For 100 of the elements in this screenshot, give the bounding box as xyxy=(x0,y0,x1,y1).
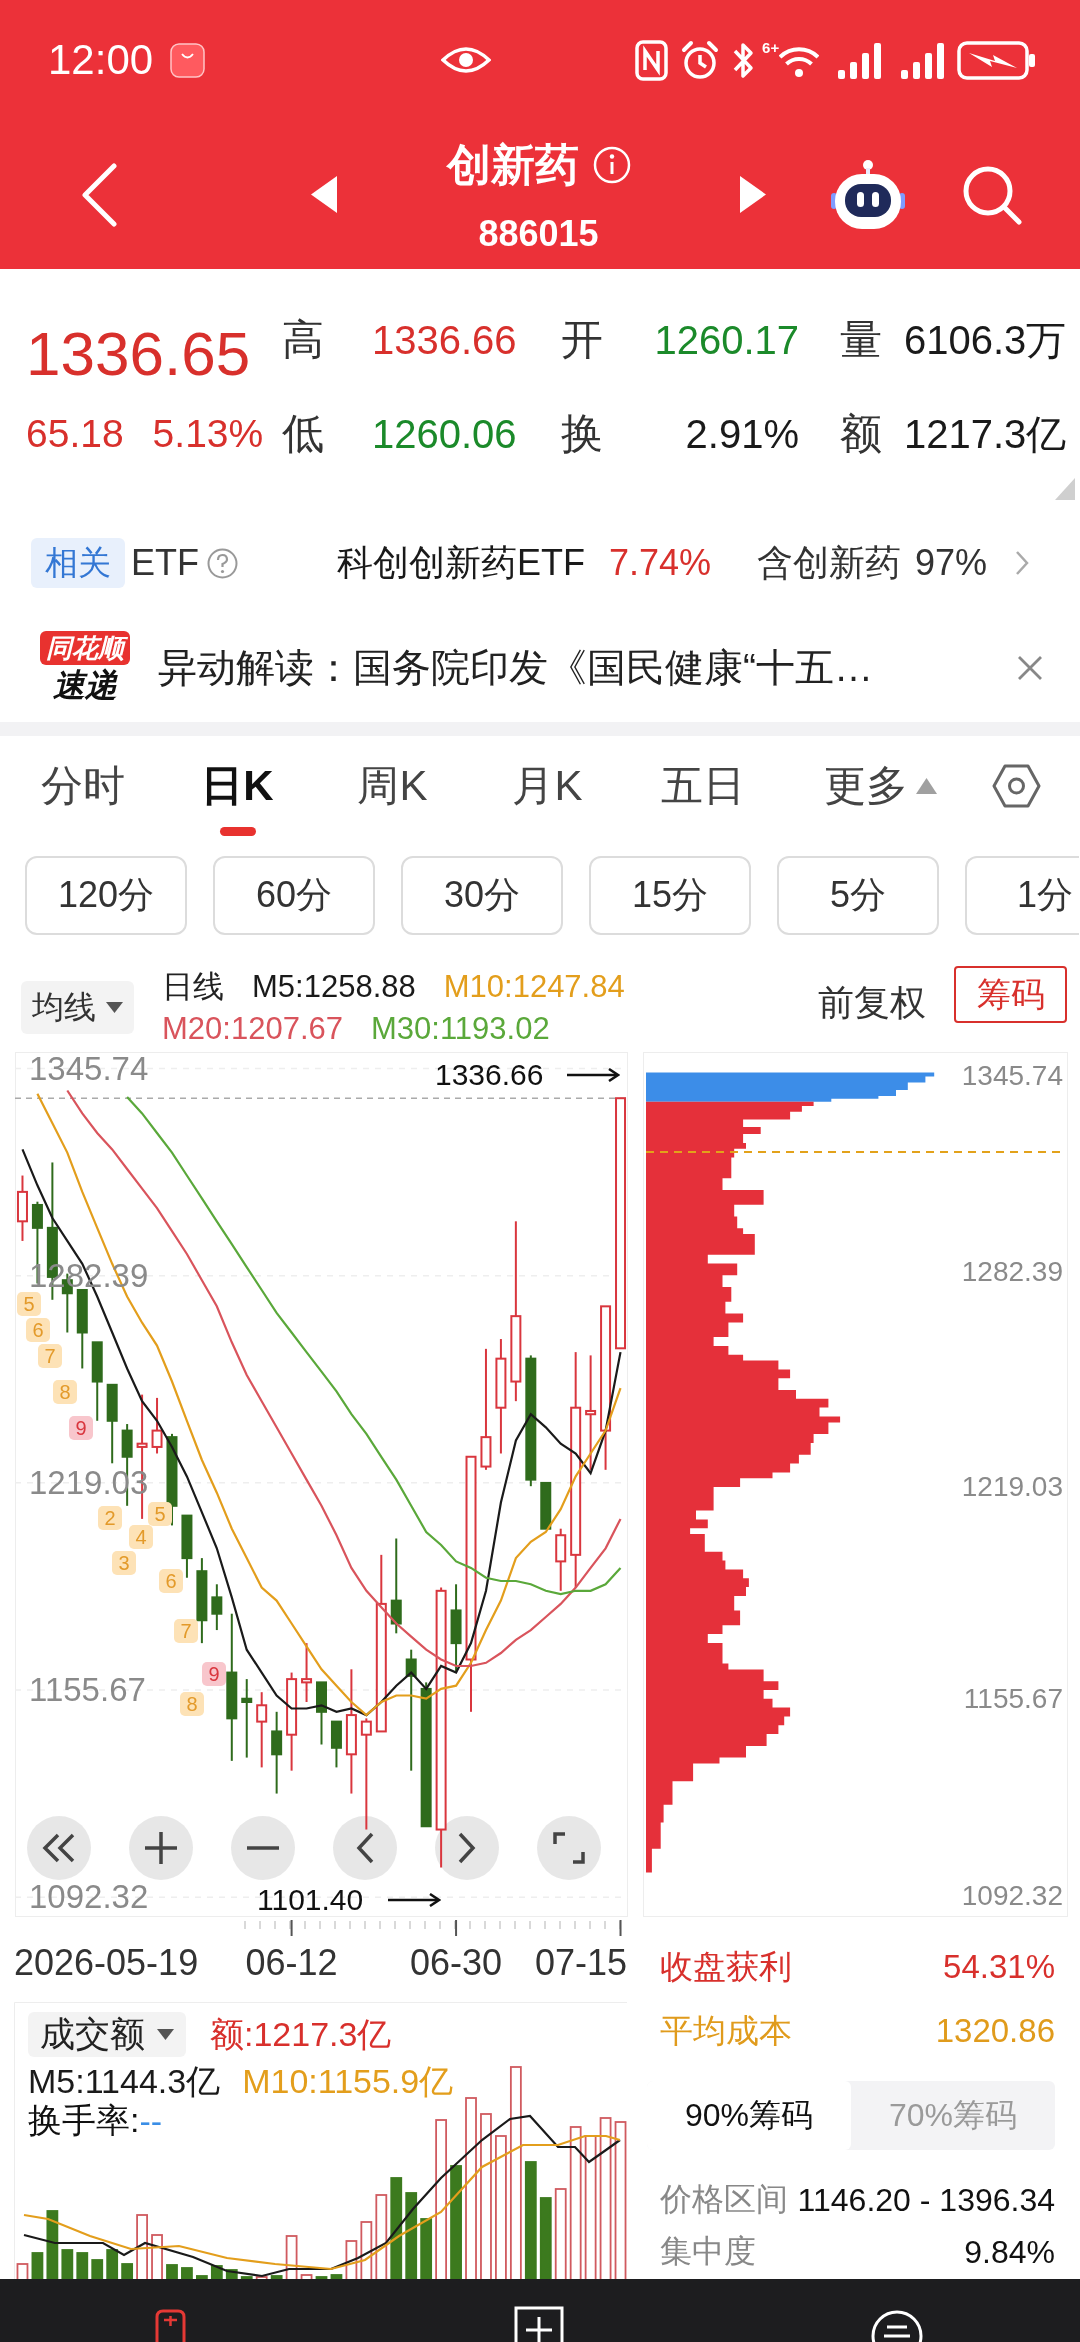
turnover-label: 换手率: xyxy=(28,2100,140,2141)
volume-bar xyxy=(61,2249,74,2279)
period-tab[interactable]: 五日 xyxy=(625,736,780,836)
sequence-marker: 8 xyxy=(180,1692,204,1716)
sequence-marker: 6 xyxy=(159,1569,183,1593)
volume-bar xyxy=(16,2263,29,2279)
stat-value: 1260.17 xyxy=(653,317,800,363)
rising-candle xyxy=(151,1396,163,1455)
triangle-right-icon[interactable] xyxy=(740,176,766,213)
stat-label: 量 xyxy=(840,315,883,365)
wifi-standard-label: 6+ xyxy=(762,39,780,56)
last-price: 1336.65 xyxy=(26,323,252,385)
stat-value: 1217.3亿 xyxy=(904,410,1068,458)
volume-bar xyxy=(136,2214,148,2279)
plus-icon xyxy=(145,1832,177,1864)
stat-value: 1336.66 xyxy=(372,317,518,363)
sequence-marker: 6 xyxy=(26,1318,50,1342)
period-tab[interactable]: 月K xyxy=(470,736,625,836)
falling-candle xyxy=(211,1583,223,1632)
sequence-marker: 2 xyxy=(98,1506,122,1530)
arrow-icon xyxy=(567,1068,620,1083)
volume-bar xyxy=(76,2252,89,2279)
price-axis-label: 1282.39 xyxy=(961,1256,1063,1288)
stat-value: 1260.06 xyxy=(372,411,518,457)
close-icon[interactable] xyxy=(1017,655,1043,681)
volume-bar xyxy=(106,2249,119,2279)
volume-bar xyxy=(360,2221,373,2279)
square-outline-icon[interactable] xyxy=(155,2309,186,2342)
logo-text: 速递 xyxy=(52,666,117,705)
stat-label: 低 xyxy=(282,409,325,459)
chip-range-tab[interactable]: 90%筹码 xyxy=(647,2081,851,2150)
interval-button[interactable]: 15分 xyxy=(589,856,751,935)
date-label: 06-30 xyxy=(410,1944,503,1982)
interval-button[interactable]: 60分 xyxy=(213,856,375,935)
info-icon[interactable] xyxy=(592,146,631,184)
help-icon[interactable] xyxy=(207,547,238,579)
news-headline[interactable]: 异动解读：国务院印发《国民健康“十五… xyxy=(158,641,873,695)
nfc-icon xyxy=(635,39,669,81)
price-axis-label: 1155.67 xyxy=(963,1683,1063,1715)
eye-icon xyxy=(441,44,492,76)
volume-bar xyxy=(31,2252,44,2279)
fund-name[interactable]: 科创创新药ETF xyxy=(337,538,585,588)
caret-down-icon xyxy=(106,1002,123,1013)
volume-bar xyxy=(420,2218,433,2279)
legend-entry: M10:1247.84 xyxy=(443,969,625,1005)
robot-icon[interactable] xyxy=(830,158,906,231)
fund-change: 7.74% xyxy=(609,542,712,584)
falling-candle xyxy=(316,1681,327,1746)
period-tab[interactable]: 周K xyxy=(315,736,470,836)
sequence-marker: 3 xyxy=(112,1551,136,1575)
price-change: 65.18 xyxy=(26,412,124,456)
average-cost-value: 1320.86 xyxy=(935,2012,1055,2050)
stock-code: 886015 xyxy=(478,214,599,254)
caret-down-icon xyxy=(157,2029,174,2040)
interval-button[interactable]: 30分 xyxy=(401,856,563,935)
price-axis-label: 1345.74 xyxy=(961,1060,1063,1092)
ma-toggle[interactable]: 均线 xyxy=(21,981,134,1034)
interval-button[interactable]: 120分 xyxy=(25,856,187,935)
average-cost-label: 平均成本 xyxy=(660,2010,792,2051)
holding-label: 含创新药 xyxy=(757,540,902,585)
rising-candle xyxy=(17,1174,28,1242)
period-tab[interactable]: 更多 xyxy=(780,736,980,836)
chips-button[interactable]: 筹码 xyxy=(954,966,1067,1023)
holding-percent: 97% xyxy=(915,542,988,584)
price-range-value: 1146.20 - 1396.34 xyxy=(797,2181,1055,2219)
price-axis-label: 1219.03 xyxy=(961,1471,1063,1503)
profit-label: 收盘获利 xyxy=(660,1946,792,1987)
related-tag: 相关 xyxy=(31,538,125,588)
volume-bar xyxy=(91,2259,104,2279)
stat-label: 高 xyxy=(282,315,325,365)
caret-up-icon xyxy=(915,778,937,794)
price-axis-label: 1092.32 xyxy=(29,1880,149,1915)
add-icon[interactable] xyxy=(513,2305,565,2342)
ma-value: M10:1155.9亿 xyxy=(242,2061,454,2102)
amount-toggle[interactable]: 成交额 xyxy=(28,2012,186,2057)
concentration-value: 9.84% xyxy=(964,2233,1055,2271)
adjust-mode[interactable]: 前复权 xyxy=(818,978,926,1028)
period-tab[interactable]: 日K xyxy=(160,736,315,836)
battery-icon xyxy=(957,39,1038,81)
sequence-marker: 7 xyxy=(38,1344,62,1368)
interval-button[interactable]: 5分 xyxy=(777,856,939,935)
amount-value: 额:1217.3亿 xyxy=(210,2013,392,2055)
back-icon[interactable] xyxy=(80,162,118,227)
settings-icon[interactable] xyxy=(992,762,1041,810)
interval-button[interactable]: 1分 xyxy=(965,856,1079,935)
price-axis-label: 1155.67 xyxy=(29,1673,146,1707)
period-tab[interactable]: 分时 xyxy=(5,736,160,836)
sequence-marker: 8 xyxy=(53,1380,77,1404)
volume-bar xyxy=(166,2264,178,2279)
volume-bar xyxy=(46,2210,59,2279)
date-label: 06-12 xyxy=(245,1944,338,1982)
profit-value: 54.31% xyxy=(943,1948,1055,1986)
triangle-left-icon[interactable] xyxy=(311,176,337,213)
app-icon xyxy=(170,42,206,78)
price-axis-label: 1345.74 xyxy=(29,1052,149,1086)
etf-label: ETF xyxy=(131,542,199,584)
rising-candle xyxy=(555,1527,567,1592)
sequence-marker: 5 xyxy=(17,1292,41,1316)
menu-icon[interactable] xyxy=(871,2308,923,2342)
price-range-label: 价格区间 xyxy=(660,2180,788,2219)
